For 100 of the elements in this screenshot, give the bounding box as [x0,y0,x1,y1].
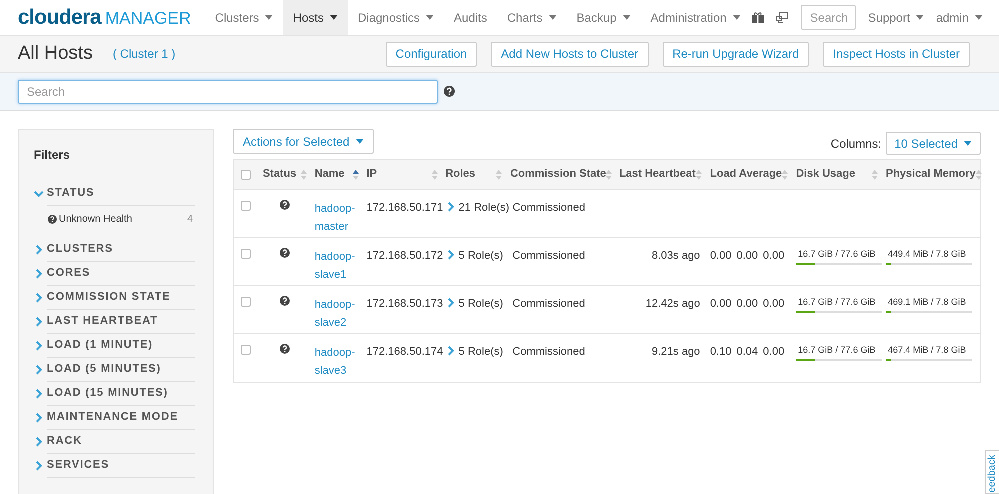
nav-tab[interactable]: Charts [497,0,567,35]
header-button[interactable]: Add New Hosts to Cluster [491,42,649,66]
filter-count: 4 [187,212,194,226]
filter-group[interactable]: RACK [34,430,195,454]
header-button[interactable]: Re-run Upgrade Wizard [662,42,810,66]
sort-icon [352,170,359,180]
sort-icon [872,170,878,180]
column-header[interactable]: Disk Usage [796,166,856,183]
checkbox[interactable] [241,297,252,307]
heartbeat-text: 9.21s ago [652,346,700,358]
checkbox[interactable] [241,201,252,211]
load-value: 0.00 [710,297,732,312]
chevron-right-icon [446,202,456,212]
load-value: 0.04 [736,345,758,360]
chevron-right-icon [34,293,44,303]
header-button[interactable]: Configuration [386,42,478,66]
roles-link[interactable]: 5 Role(s) [458,248,504,264]
feedback-tab[interactable]: eedback [985,450,999,494]
column-header[interactable]: Name [314,166,345,183]
usage-text: 449.4 MiB / 7.8 GiB [887,248,966,260]
help-icon [280,248,290,258]
chevron-down-icon [34,189,44,199]
help-icon [444,86,455,97]
load-value: 0.00 [736,297,758,312]
caret-icon [732,15,741,20]
nav-tab[interactable]: Clusters [205,0,284,35]
actions-dropdown[interactable]: Actions for Selected [233,129,374,154]
column-header[interactable]: Status [262,166,297,183]
nav-tab[interactable]: Hosts [283,0,348,35]
help-icon [48,214,57,224]
filter-option[interactable]: Unknown Health [59,212,188,226]
caret-icon [426,15,434,20]
filter-group[interactable]: LOAD (15 MINUTES) [34,382,195,406]
search-field[interactable]: Search [801,5,856,30]
help-icon [280,200,290,210]
chevron-right-icon [446,250,456,260]
roles-link[interactable]: 5 Role(s) [458,344,504,360]
host-link[interactable]: hadoop-slave2 [314,296,359,332]
chevron-right-icon [34,461,44,471]
caret-icon [975,15,983,20]
help-icon [280,344,290,354]
usage-text: 467.4 MiB / 7.8 GiB [887,344,966,356]
host-link[interactable]: hadoop-master [314,200,359,236]
ip-text: 172.168.50.171 [366,202,444,214]
nav-tab[interactable]: Audits [444,0,498,35]
column-header[interactable]: Roles [446,166,476,183]
column-header[interactable]: Last Heartbeat [619,166,696,183]
chevron-right-icon [34,269,44,279]
caret-icon [265,15,274,20]
filter-group[interactable]: CORES [34,262,195,286]
roles-link[interactable]: 5 Role(s) [458,296,504,312]
nav-menu[interactable]: admin [936,8,983,26]
checkbox[interactable] [241,345,252,355]
filter-group[interactable]: LOAD (5 MINUTES) [34,358,195,382]
chevron-right-icon [34,437,44,447]
sort-icon [696,170,702,180]
usage-text: 469.1 MiB / 7.8 GiB [887,296,966,308]
chevron-right-icon [34,341,44,351]
filter-group[interactable]: CLUSTERS [34,238,195,262]
gift-icon[interactable] [752,12,764,23]
header-button[interactable]: Inspect Hosts in Cluster [823,42,970,66]
load-value: 0.00 [763,297,785,312]
roles-link[interactable]: 21 Role(s) [458,200,510,216]
chevron-right-icon [34,245,44,255]
checkbox[interactable] [241,170,252,180]
sort-icon [606,170,612,180]
nav-tab[interactable]: Diagnostics [348,0,444,35]
chevron-right-icon [34,365,44,375]
cluster-link[interactable]: ( Cluster 1 ) [112,45,176,63]
nav-menu[interactable]: Support [868,8,924,26]
host-link[interactable]: hadoop-slave3 [314,344,359,380]
filter-group[interactable]: STATUS [34,182,195,206]
heartbeat-text: 12.42s ago [646,298,700,310]
commission-text: Commissioned [512,346,586,358]
host-link[interactable]: hadoop-slave1 [314,248,359,284]
filter-group[interactable]: COMMISSION STATE [34,286,195,310]
logo-product: MANAGER [105,8,192,30]
column-header[interactable]: Load Average [710,166,782,183]
columns-dropdown[interactable]: 10 Selected [886,132,981,155]
nav-tab[interactable]: Administration [640,0,751,35]
search-field[interactable]: Search [18,80,438,104]
filter-group[interactable]: LOAD (1 MINUTE) [34,334,195,358]
heartbeat-text: 8.03s ago [652,250,700,262]
usage-text: 16.7 GiB / 77.6 GiB [797,296,876,308]
filter-group[interactable]: LAST HEARTBEAT [34,310,195,334]
load-value: 0.00 [710,249,732,264]
sort-icon [976,170,982,180]
chevron-right-icon [34,413,44,423]
column-header[interactable]: Commission State [510,166,606,183]
nav-tab[interactable]: Backup [566,0,641,35]
column-header[interactable]: IP [366,166,378,183]
usage-text: 16.7 GiB / 77.6 GiB [797,248,876,260]
column-header[interactable]: Physical Memory [886,166,976,183]
filter-group[interactable]: SERVICES [34,454,195,478]
load-value: 0.10 [710,345,732,360]
filter-group[interactable]: MAINTENANCE MODE [34,406,195,430]
checkbox[interactable] [241,249,252,259]
columns-label: Columns: [830,136,882,152]
computer-icon[interactable] [776,12,790,24]
load-value: 0.00 [763,345,785,360]
